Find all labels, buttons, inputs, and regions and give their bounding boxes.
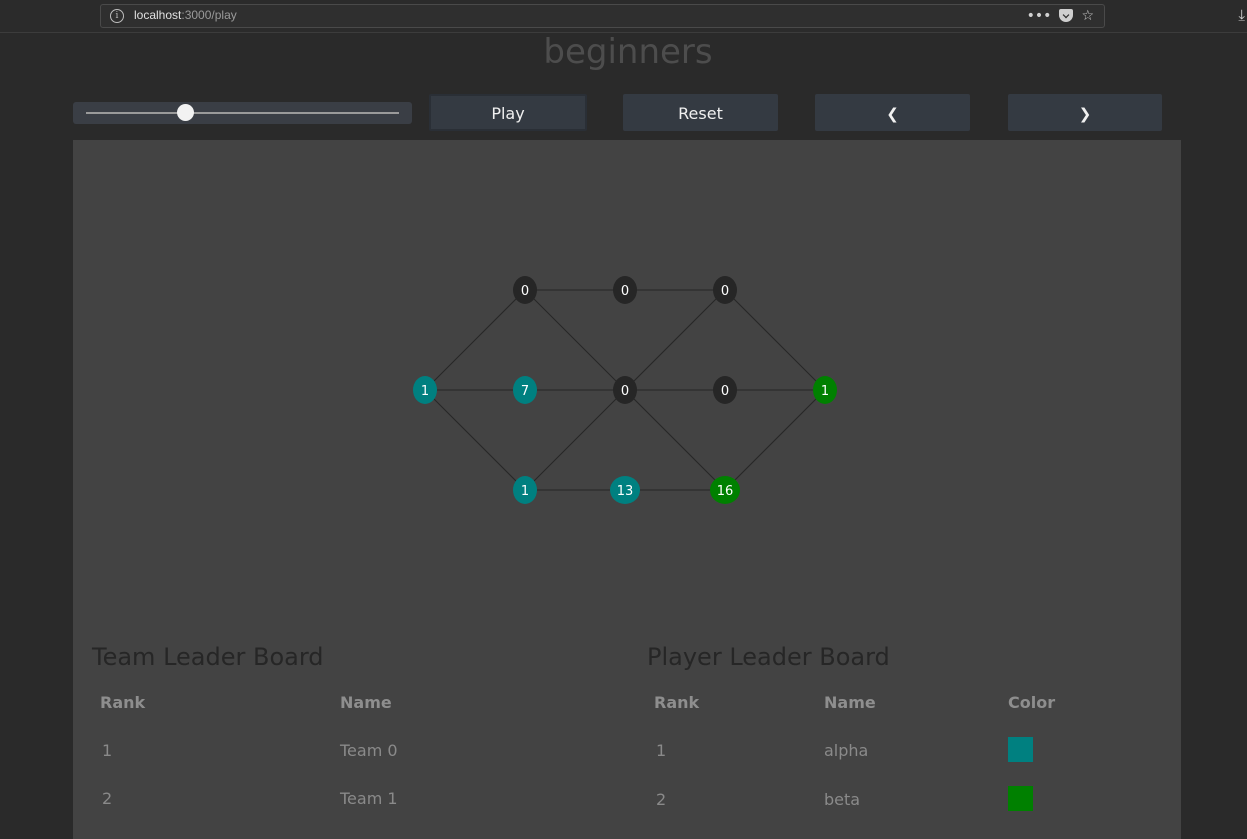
url-host: localhost xyxy=(134,8,182,22)
player-row-name: alpha xyxy=(824,741,869,760)
previous-step-button[interactable]: ❮ xyxy=(815,94,970,131)
player-row-name: beta xyxy=(824,790,861,809)
team-row-name: Team 0 xyxy=(340,741,398,760)
team-row-name: Team 1 xyxy=(340,789,398,808)
graph-edge xyxy=(524,389,626,491)
graph-node-value: 16 xyxy=(717,484,734,499)
player-header-name: Name xyxy=(824,693,876,712)
page-title: beginners xyxy=(543,32,713,72)
address-bar[interactable]: i localhost:3000/play ••• ☆ xyxy=(100,4,1105,28)
bookmark-star-icon[interactable]: ☆ xyxy=(1081,7,1094,25)
player-row-rank: 1 xyxy=(656,741,667,760)
browser-toolbar: i localhost:3000/play ••• ☆ ⤓ xyxy=(0,0,1247,33)
graph-edge xyxy=(724,389,826,491)
url-path: :3000/play xyxy=(181,8,237,22)
graph-edge xyxy=(424,389,526,491)
pocket-icon[interactable] xyxy=(1059,9,1074,22)
graph-node-value: 7 xyxy=(521,384,529,399)
graph-node-value: 0 xyxy=(621,284,629,299)
player-row-rank: 2 xyxy=(656,790,667,809)
graph-edge xyxy=(524,289,626,391)
graph-edge xyxy=(724,289,826,391)
url-text[interactable]: localhost:3000/play xyxy=(134,8,237,22)
next-step-button[interactable]: ❯ xyxy=(1008,94,1162,131)
graph-node-value: 0 xyxy=(621,384,629,399)
player-header-color: Color xyxy=(1008,693,1056,712)
graph-edge xyxy=(624,289,726,391)
slider-thumb[interactable] xyxy=(177,104,195,121)
graph-node-value: 0 xyxy=(721,284,729,299)
graph-node-value: 1 xyxy=(421,384,429,399)
info-icon[interactable]: i xyxy=(110,9,124,23)
team-row-rank: 1 xyxy=(102,741,113,760)
game-graph: 0 0 0 1 7 0 0 1 1 13 16 xyxy=(413,276,837,504)
player-color-swatch xyxy=(1008,737,1033,762)
player-header-rank: Rank xyxy=(654,693,700,712)
player-color-swatch xyxy=(1008,786,1033,811)
graph-node-value: 1 xyxy=(821,384,829,399)
speed-slider[interactable] xyxy=(73,102,412,124)
team-row-rank: 2 xyxy=(102,789,113,808)
graph-node-value: 13 xyxy=(617,484,634,499)
team-board-title: Team Leader Board xyxy=(92,643,324,671)
graph-node-value: 1 xyxy=(521,484,529,499)
player-board-title: Player Leader Board xyxy=(647,643,890,671)
play-button[interactable]: Play xyxy=(429,94,587,131)
reset-button[interactable]: Reset xyxy=(623,94,778,131)
graph-edge xyxy=(424,289,526,391)
chevron-left-icon: ❮ xyxy=(886,105,899,123)
download-icon[interactable]: ⤓ xyxy=(1238,6,1245,24)
graph-edge xyxy=(624,389,726,491)
team-header-rank: Rank xyxy=(100,693,146,712)
game-panel: 0 0 0 1 7 0 0 1 1 13 16 Team Leader Board Rank Nam… xyxy=(73,140,1181,839)
slider-track[interactable] xyxy=(86,112,399,114)
graph-node-value: 0 xyxy=(521,284,529,299)
graph-node-value: 0 xyxy=(721,384,729,399)
team-header-name: Name xyxy=(340,693,392,712)
chevron-right-icon: ❯ xyxy=(1078,105,1092,123)
page-actions-menu-icon[interactable]: ••• xyxy=(1027,7,1052,25)
